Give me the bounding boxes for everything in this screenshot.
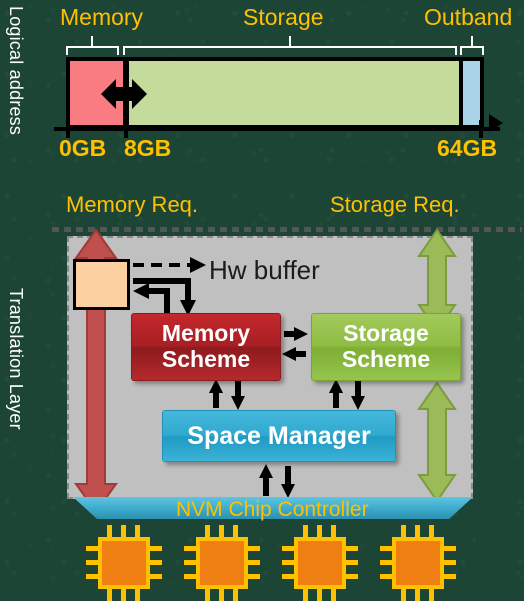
nvm-chip-pin — [219, 525, 224, 538]
memory-scheme-block[interactable]: Memory Scheme — [131, 313, 281, 381]
request-label-storage: Storage Req. — [330, 192, 460, 217]
nvm-chip-pin — [233, 525, 238, 538]
nvm-chip-pin — [219, 588, 224, 601]
nvm-chip-pin — [380, 546, 393, 551]
nvm-chip-pin — [401, 525, 406, 538]
nvm-chip-pin — [184, 574, 197, 579]
nvm-chip — [294, 537, 346, 589]
axis-label-logical-address: Logical address — [6, 6, 26, 136]
nvm-chip-pin — [443, 546, 456, 551]
storage-scheme-label-line1: Storage — [343, 320, 429, 347]
nvm-chip-pin — [345, 560, 358, 565]
axis-label-translation-layer: Translation Layer — [6, 288, 26, 430]
nvm-chip-pin — [282, 574, 295, 579]
nvm-chip-pin — [121, 525, 126, 538]
nvm-chip-pin — [317, 588, 322, 601]
memory-scheme-label-line1: Memory — [161, 320, 251, 347]
nvm-chip-pin — [205, 588, 210, 601]
address-axis-arrow-icon — [489, 114, 503, 132]
nvm-chip-pin — [86, 574, 99, 579]
nvm-chip-pin — [184, 560, 197, 565]
nvm-chip-pin — [401, 588, 406, 601]
nvm-chip — [196, 537, 248, 589]
hw-buffer-label: Hw buffer — [209, 255, 320, 285]
nvm-chip-pin — [135, 588, 140, 601]
hw-buffer-box — [73, 259, 130, 310]
nvm-chip-pin — [443, 574, 456, 579]
nvm-chip-pin — [149, 560, 162, 565]
nvm-chip-pin — [303, 588, 308, 601]
nvm-chip-pin — [107, 588, 112, 601]
nvm-chip-pin — [429, 525, 434, 538]
nvm-chip-pin — [345, 546, 358, 551]
nvm-chip-pin — [205, 525, 210, 538]
nvm-chip-pin — [443, 560, 456, 565]
storage-scheme-block[interactable]: Storage Scheme — [311, 313, 461, 381]
nvm-chip-pin — [247, 546, 260, 551]
nvm-chip-pin — [247, 560, 260, 565]
axis-tick-label-8gb: 8GB — [124, 135, 172, 161]
address-segment-memory — [70, 61, 123, 125]
region-label-outband: Outband — [424, 4, 513, 30]
nvm-chip-pin — [380, 560, 393, 565]
address-axis-line — [54, 127, 500, 131]
nvm-chip-pin — [303, 525, 308, 538]
request-label-memory: Memory Req. — [66, 192, 199, 217]
nvm-chip-pin — [247, 574, 260, 579]
nvm-chip-pin — [149, 574, 162, 579]
nvm-chip-pin — [317, 525, 322, 538]
nvm-chip-pin — [86, 560, 99, 565]
nvm-chip-pin — [86, 546, 99, 551]
nvm-chip-pin — [345, 574, 358, 579]
interface-dashed-boundary — [52, 227, 522, 232]
nvm-chip — [98, 537, 150, 589]
nvm-chip-pin — [121, 588, 126, 601]
nvm-chip-pin — [429, 588, 434, 601]
nvm-chip-pin — [331, 588, 336, 601]
region-label-memory: Memory — [60, 4, 144, 30]
region-label-storage: Storage — [243, 4, 324, 30]
address-segment-outband — [459, 61, 480, 125]
nvm-chip-pin — [380, 574, 393, 579]
nvm-chip-pin — [107, 525, 112, 538]
axis-tick-label-0gb: 0GB — [59, 135, 107, 161]
logical-address-bar — [66, 57, 484, 129]
space-manager-label: Space Manager — [187, 422, 371, 450]
nvm-chip-pin — [415, 525, 420, 538]
memory-scheme-label-line2: Scheme — [161, 346, 251, 372]
nvm-chip-pin — [282, 546, 295, 551]
bracket-stem-outband — [471, 36, 473, 46]
address-segment-divider — [123, 61, 129, 125]
nvm-chip-pin — [149, 546, 162, 551]
bracket-stem-storage — [289, 36, 291, 46]
nvm-chip-pin — [233, 588, 238, 601]
bracket-stem-memory — [91, 36, 93, 46]
bracket-storage — [123, 46, 457, 55]
nvm-chip-controller-label: NVM Chip Controller — [176, 498, 369, 521]
nvm-chip — [392, 537, 444, 589]
nvm-chip-pin — [415, 588, 420, 601]
nvm-chip-pin — [184, 546, 197, 551]
bracket-memory — [66, 46, 119, 55]
nvm-chip-pin — [331, 525, 336, 538]
bracket-outband — [460, 46, 484, 55]
nvm-chip-pin — [135, 525, 140, 538]
space-manager-block[interactable]: Space Manager — [162, 410, 396, 462]
storage-scheme-label-line2: Scheme — [341, 346, 431, 372]
nvm-chip-pin — [282, 560, 295, 565]
axis-tick-label-64gb: 64GB — [437, 135, 498, 161]
